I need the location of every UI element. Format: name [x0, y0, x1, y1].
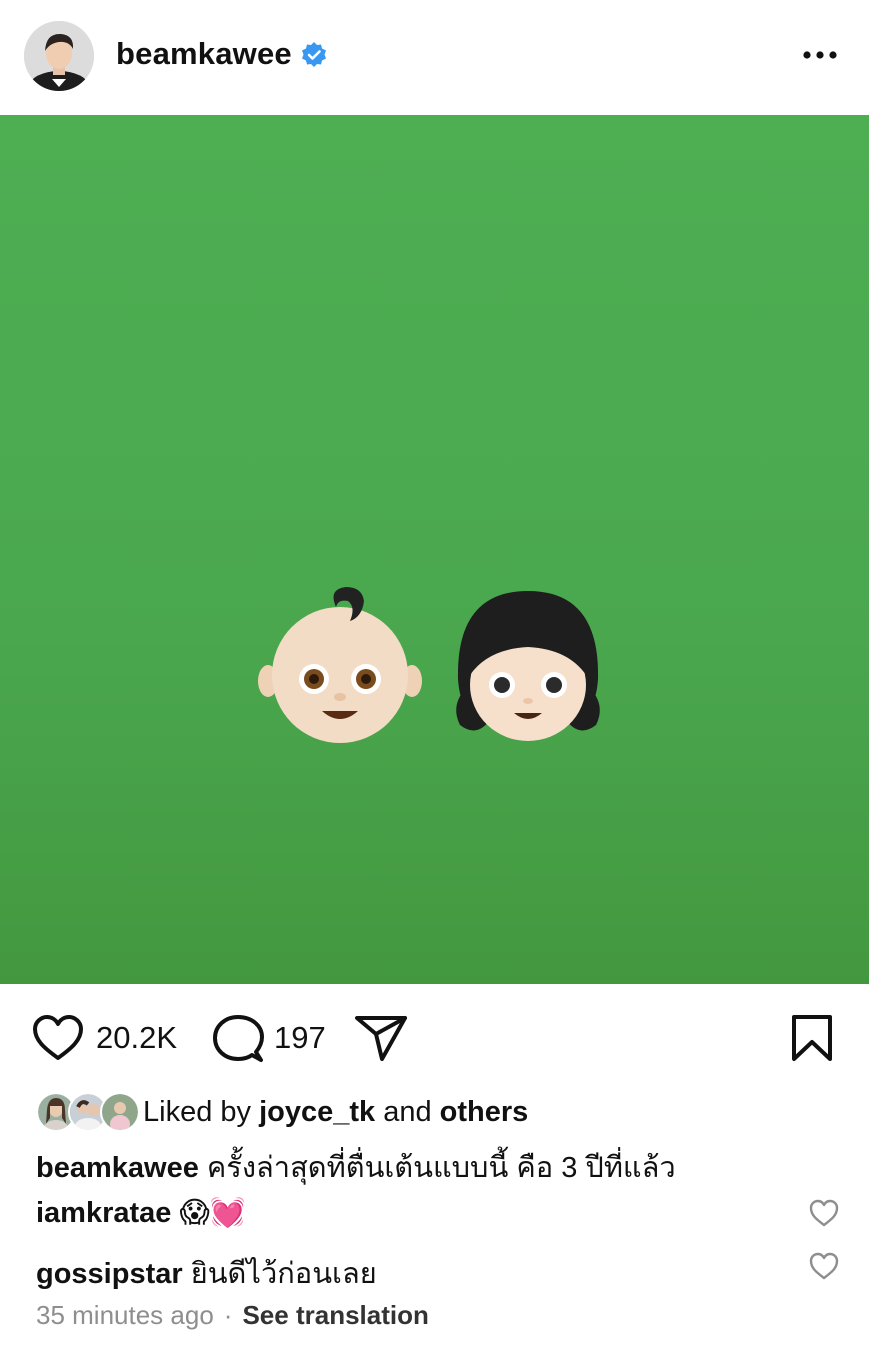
verified-badge-icon	[302, 42, 326, 67]
send-icon[interactable]	[354, 1014, 408, 1062]
more-options-icon[interactable]	[798, 40, 842, 70]
comment-like-heart-icon[interactable]	[808, 1198, 840, 1228]
see-translation-link[interactable]: See translation	[242, 1300, 428, 1330]
post-header: beamkawee	[0, 0, 869, 115]
avatar[interactable]	[24, 21, 94, 91]
comment-like-heart-icon[interactable]	[808, 1251, 840, 1281]
liked-by-user[interactable]: joyce_tk	[259, 1096, 375, 1128]
avatar	[100, 1092, 140, 1132]
comment-username[interactable]: iamkratae	[36, 1197, 171, 1229]
liked-by-and: and	[375, 1096, 440, 1128]
like-count[interactable]: 20.2K	[96, 1020, 177, 1056]
liked-by-prefix: Liked by	[143, 1096, 260, 1128]
baby-emoji	[258, 587, 422, 743]
post-image[interactable]	[0, 115, 869, 984]
bookmark-icon[interactable]	[790, 1014, 834, 1062]
comment-row: iamkratae 😱💓	[36, 1195, 246, 1230]
timestamp: 35 minutes ago	[36, 1300, 214, 1330]
post-meta: 35 minutes ago · See translation	[36, 1300, 429, 1331]
action-bar: 20.2K 197	[0, 984, 869, 1084]
username[interactable]: beamkawee	[116, 36, 292, 72]
liked-by-others[interactable]: others	[440, 1096, 529, 1128]
comment-username[interactable]: gossipstar	[36, 1258, 183, 1290]
liked-by-text: Liked by joyce_tk and others	[143, 1096, 528, 1129]
caption-text: ครั้งล่าสุดที่ตื่นเต้นแบบนี้ คือ 3 ปีที่…	[206, 1152, 676, 1184]
liked-by-row[interactable]: Liked by joyce_tk and others	[36, 1090, 836, 1134]
comment-text: 😱💓	[179, 1197, 246, 1229]
caption: beamkawee ครั้งล่าสุดที่ตื่นเต้นแบบนี้ ค…	[36, 1144, 676, 1190]
separator: ·	[223, 1300, 233, 1330]
comment-row: gossipstar ยินดีไว้ก่อนเลย	[36, 1250, 377, 1296]
comment-count[interactable]: 197	[274, 1020, 326, 1056]
heart-icon[interactable]	[32, 1014, 84, 1062]
girl-emoji	[456, 591, 600, 741]
comment-icon[interactable]	[212, 1014, 264, 1064]
caption-username[interactable]: beamkawee	[36, 1152, 199, 1184]
comment-text: ยินดีไว้ก่อนเลย	[190, 1258, 377, 1290]
